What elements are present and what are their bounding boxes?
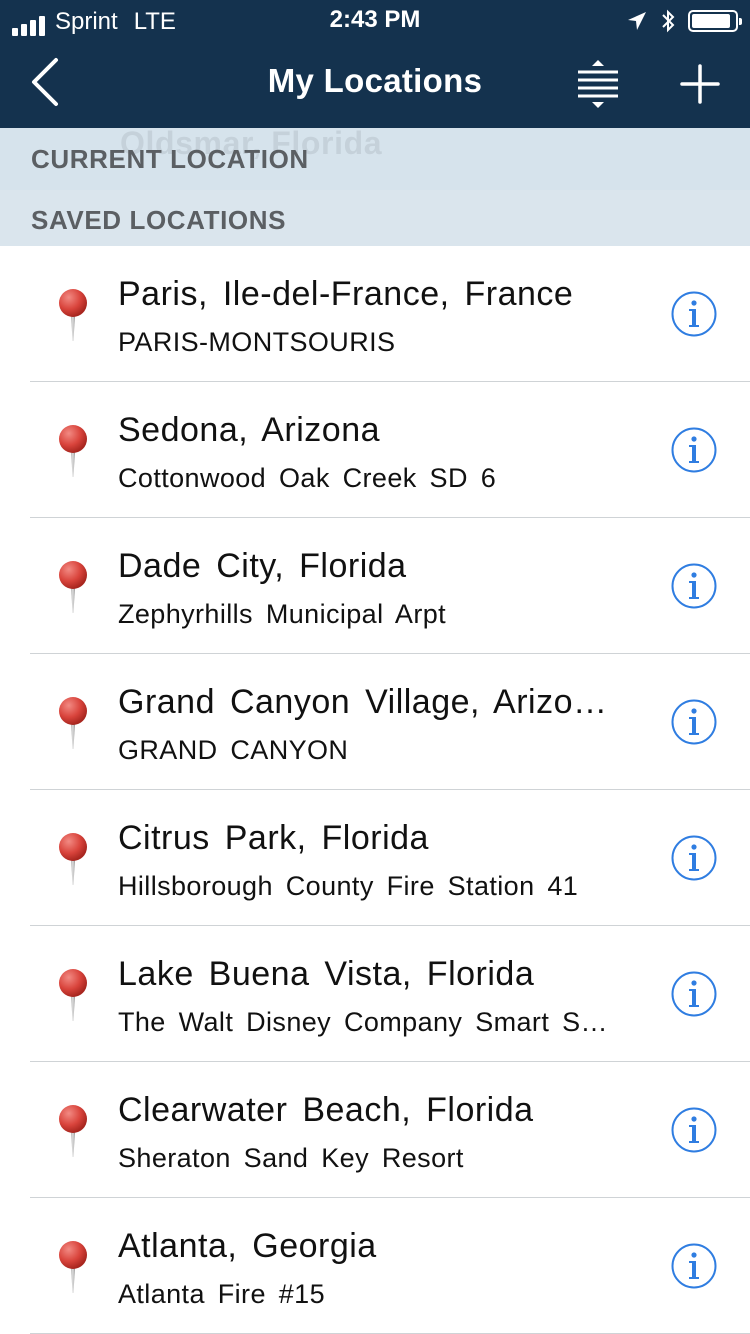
status-bar: Sprint LTE 2:43 PM xyxy=(0,0,750,40)
location-station: PARIS-MONTSOURIS xyxy=(118,327,396,357)
location-station: Cottonwood Oak Creek SD 6 xyxy=(118,463,497,493)
location-station: Atlanta Fire #15 xyxy=(118,1279,326,1309)
location-title: Lake Buena Vista, Florida xyxy=(118,955,535,993)
map-pin-icon xyxy=(59,969,87,1021)
location-title: Paris, Ile-del-France, France xyxy=(118,275,574,313)
map-pin-icon xyxy=(59,289,87,341)
location-title: Dade City, Florida xyxy=(118,547,407,585)
info-icon[interactable] xyxy=(670,834,718,882)
bluetooth-icon xyxy=(662,9,675,33)
sort-icon[interactable] xyxy=(572,58,624,110)
location-title: Atlanta, Georgia xyxy=(118,1227,377,1265)
location-row[interactable]: Grand Canyon Village, Arizona GRAND CANY… xyxy=(0,654,750,790)
location-station: Sheraton Sand Key Resort xyxy=(118,1143,464,1173)
info-icon[interactable] xyxy=(670,290,718,338)
info-icon[interactable] xyxy=(670,970,718,1018)
info-icon[interactable] xyxy=(670,562,718,610)
location-station: The Walt Disney Company Smart Station xyxy=(118,1007,608,1037)
battery-icon xyxy=(688,10,742,32)
map-pin-icon xyxy=(59,833,87,885)
info-icon[interactable] xyxy=(670,426,718,474)
info-icon[interactable] xyxy=(670,1242,718,1290)
location-row[interactable]: Dade City, Florida Zephyrhills Municipal… xyxy=(0,518,750,654)
status-right xyxy=(626,8,742,34)
page-title: My Locations xyxy=(267,62,483,99)
map-pin-icon xyxy=(59,1105,87,1157)
location-title: Clearwater Beach, Florida xyxy=(118,1091,534,1129)
map-pin-icon xyxy=(59,1241,87,1293)
top-bar: Sprint LTE 2:43 PM My Locations xyxy=(0,0,750,128)
location-arrow-icon xyxy=(628,12,646,30)
location-title: Sedona, Arizona xyxy=(118,411,381,449)
location-row[interactable]: Citrus Park, Florida Hillsborough County… xyxy=(0,790,750,926)
location-station: GRAND CANYON xyxy=(118,735,349,765)
location-station: Hillsborough County Fire Station 41 xyxy=(118,871,579,901)
location-row[interactable]: Lake Buena Vista, Florida The Walt Disne… xyxy=(0,926,750,1062)
saved-locations-label: SAVED LOCATIONS xyxy=(31,205,287,235)
saved-locations-header: SAVED LOCATIONS xyxy=(0,190,750,246)
location-row[interactable]: Clearwater Beach, Florida Sheraton Sand … xyxy=(0,1062,750,1198)
info-icon[interactable] xyxy=(670,1106,718,1154)
map-pin-icon xyxy=(59,561,87,613)
map-pin-icon xyxy=(59,697,87,749)
location-title: Grand Canyon Village, Arizona xyxy=(118,683,608,721)
location-station: Zephyrhills Municipal Arpt xyxy=(118,599,447,629)
location-row[interactable]: Atlanta, Georgia Atlanta Fire #15 xyxy=(0,1198,750,1334)
current-location-header: Oldsmar, Florida CURRENT LOCATION xyxy=(0,128,750,190)
nav-bar: My Locations xyxy=(0,40,750,128)
plus-icon[interactable] xyxy=(672,58,728,110)
info-icon[interactable] xyxy=(670,698,718,746)
current-location-label: CURRENT LOCATION xyxy=(31,144,309,174)
location-row[interactable]: Sedona, Arizona Cottonwood Oak Creek SD … xyxy=(0,382,750,518)
location-title: Citrus Park, Florida xyxy=(118,819,429,857)
saved-locations-list: Paris, Ile-del-France, France PARIS-MONT… xyxy=(0,246,750,1334)
location-row[interactable]: Paris, Ile-del-France, France PARIS-MONT… xyxy=(0,246,750,382)
map-pin-icon xyxy=(59,425,87,477)
